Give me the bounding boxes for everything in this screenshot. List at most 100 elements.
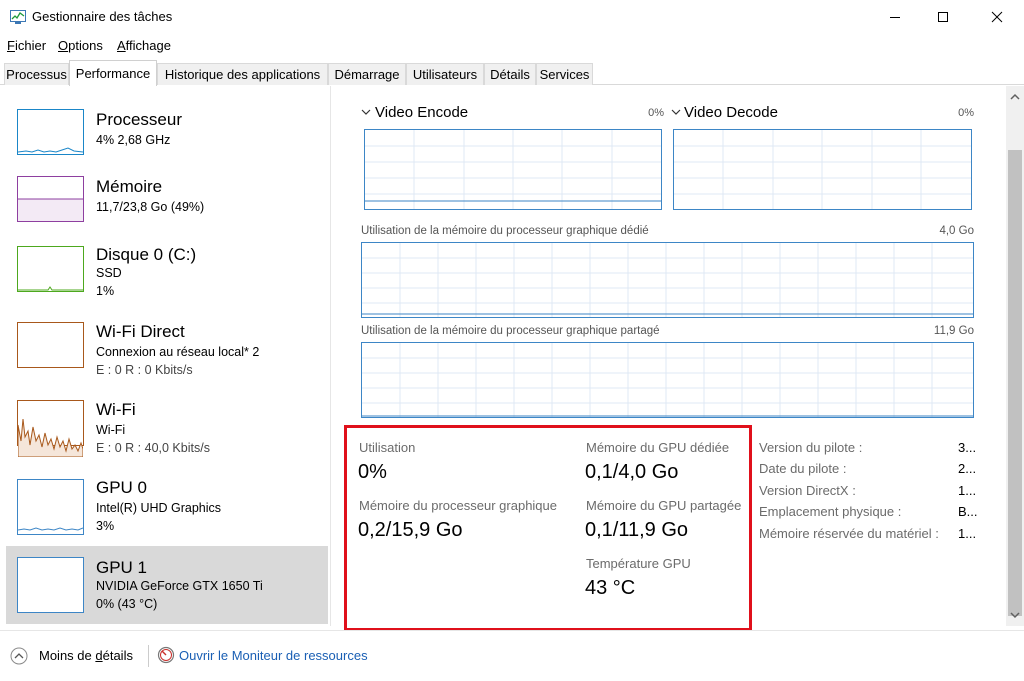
gpu0-thumbnail: [17, 479, 84, 535]
tab-label: Historique des applications: [164, 67, 321, 82]
shared-memory-graph: [361, 342, 974, 418]
sidebar-item-detail: 4% 2,68 GHz: [96, 133, 171, 147]
fewer-details-prefix: Moins de: [39, 648, 96, 663]
menu-affichage-key: A: [117, 38, 126, 53]
resource-monitor-icon[interactable]: [157, 646, 175, 664]
video-encode-title: Video Encode: [375, 104, 469, 121]
fewer-details-rest: étails: [102, 648, 133, 663]
reserved-memory-label: Mémoire réservée du matériel :: [759, 526, 939, 541]
tab-label: Utilisateurs: [412, 67, 478, 82]
window-title: Gestionnaire des tâches: [32, 9, 173, 24]
menu-options[interactable]: Options: [58, 38, 103, 53]
sidebar-item-title: Processeur: [96, 110, 182, 129]
sidebar-item-title: GPU 1: [96, 558, 148, 577]
directx-version-label: Version DirectX :: [759, 483, 856, 498]
sidebar-item-detail: Intel(R) UHD Graphics: [96, 501, 222, 515]
physical-location-label: Emplacement physique :: [759, 504, 902, 519]
driver-version-value: 3...: [958, 440, 977, 455]
chevron-down-icon: [1010, 612, 1020, 619]
sidebar-item-detail-2: 3%: [96, 519, 115, 533]
tab-label: Démarrage: [334, 67, 400, 82]
maximize-icon: [938, 12, 948, 22]
performance-sidebar: Processeur 4% 2,68 GHz Mémoire 11,7/23,8…: [0, 86, 330, 626]
dedicated-memory-graph: [361, 242, 974, 318]
tab-label: Services: [539, 67, 590, 82]
vertical-scrollbar[interactable]: [1006, 86, 1024, 626]
sidebar-item-detail-2: E : 0 R : 40,0 Kbits/s: [96, 441, 210, 455]
sidebar-item-detail-2: 1%: [96, 284, 115, 298]
disk-thumbnail: [17, 246, 84, 292]
sidebar-item-detail: Connexion au réseau local* 2: [96, 345, 260, 359]
collapse-chevron-icon[interactable]: [10, 647, 28, 665]
sidebar-item-title: GPU 0: [96, 478, 148, 497]
tab-label: Performance: [75, 66, 151, 81]
video-decode-percent: 0%: [958, 107, 974, 119]
menu-fichier-key: F: [7, 38, 15, 53]
menu-fichier[interactable]: Fichier: [7, 38, 46, 53]
sidebar-item-title: Wi-Fi Direct: [96, 322, 185, 341]
tab-services[interactable]: Services: [536, 63, 593, 85]
sidebar-item-disk[interactable]: Disque 0 (C:) SSD 1%: [6, 236, 328, 314]
menu-bar: Fichier Options Affichage: [0, 36, 1024, 56]
memory-thumbnail: [17, 176, 84, 222]
tab-label: Processus: [6, 67, 67, 82]
dedicated-memory-label: Utilisation de la mémoire du processeur …: [361, 225, 649, 237]
reserved-memory-value: 1...: [958, 526, 977, 541]
chevron-down-icon[interactable]: [361, 107, 371, 117]
driver-date-label: Date du pilote :: [759, 461, 847, 476]
minimize-button[interactable]: [872, 0, 918, 34]
maximize-button[interactable]: [920, 0, 966, 34]
footer-bar: Moins de détails Ouvrir le Moniteur de r…: [0, 630, 1024, 681]
directx-version-value: 1...: [958, 483, 977, 498]
menu-options-label: ptions: [68, 38, 103, 53]
physical-location-value: B...: [958, 504, 978, 519]
tab-performance[interactable]: Performance: [69, 60, 157, 86]
sidebar-item-gpu0[interactable]: GPU 0 Intel(R) UHD Graphics 3%: [6, 470, 328, 548]
sidebar-item-wifi[interactable]: Wi-Fi Wi-Fi E : 0 R : 40,0 Kbits/s: [6, 392, 328, 470]
tab-historique[interactable]: Historique des applications: [157, 63, 328, 85]
tab-label: Détails: [490, 67, 530, 82]
tab-processus[interactable]: Processus: [4, 63, 69, 85]
highlight-box: [344, 425, 752, 631]
menu-affichage-label: ffichage: [125, 38, 171, 53]
scroll-up-button[interactable]: [1006, 88, 1024, 106]
cpu-thumbnail: [17, 109, 84, 155]
sidebar-item-gpu1[interactable]: GPU 1 NVIDIA GeForce GTX 1650 Ti 0% (43 …: [6, 546, 328, 624]
wifi-direct-thumbnail: [17, 322, 84, 368]
sidebar-item-detail: 11,7/23,8 Go (49%): [96, 200, 205, 214]
tab-bar: Processus Performance Historique des app…: [0, 60, 1024, 86]
menu-affichage[interactable]: Affichage: [117, 38, 171, 53]
gpu1-thumbnail: [17, 557, 84, 613]
scroll-down-button[interactable]: [1006, 606, 1024, 624]
sidebar-item-memory[interactable]: Mémoire 11,7/23,8 Go (49%): [6, 166, 328, 244]
minimize-icon: [890, 17, 900, 18]
sidebar-item-detail-2: 0% (43 °C): [96, 597, 158, 611]
video-encode-graph: [364, 129, 662, 210]
task-manager-icon: [10, 10, 26, 24]
fewer-details-key: d: [95, 648, 103, 663]
sidebar-item-detail-2: E : 0 R : 0 Kbits/s: [96, 363, 193, 377]
sidebar-item-detail: Wi-Fi: [96, 423, 126, 437]
menu-fichier-label: ichier: [14, 38, 47, 53]
driver-date-value: 2...: [958, 461, 977, 476]
wifi-thumbnail: [17, 400, 84, 457]
sidebar-item-detail: SSD: [96, 266, 122, 280]
video-encode-percent: 0%: [648, 107, 664, 119]
title-bar: Gestionnaire des tâches: [0, 0, 1024, 34]
chevron-down-icon[interactable]: [671, 107, 681, 117]
shared-memory-max: 11,9 Go: [933, 325, 974, 337]
tab-demarrage[interactable]: Démarrage: [328, 63, 406, 85]
scroll-thumb[interactable]: [1008, 150, 1022, 616]
sidebar-item-title: Wi-Fi: [96, 400, 136, 419]
fewer-details-button[interactable]: Moins de détails: [39, 648, 133, 663]
sidebar-item-detail: NVIDIA GeForce GTX 1650 Ti: [96, 579, 263, 593]
menu-options-key: O: [58, 38, 69, 53]
sidebar-item-wifi-direct[interactable]: Wi-Fi Direct Connexion au réseau local* …: [6, 314, 328, 392]
close-button[interactable]: [974, 0, 1020, 34]
open-resource-monitor-link[interactable]: Ouvrir le Moniteur de ressources: [179, 648, 368, 663]
video-decode-graph: [673, 129, 972, 210]
tab-utilisateurs[interactable]: Utilisateurs: [406, 63, 484, 85]
dedicated-memory-max: 4,0 Go: [939, 225, 974, 237]
tab-details[interactable]: Détails: [484, 63, 536, 85]
close-icon: [991, 11, 1003, 23]
